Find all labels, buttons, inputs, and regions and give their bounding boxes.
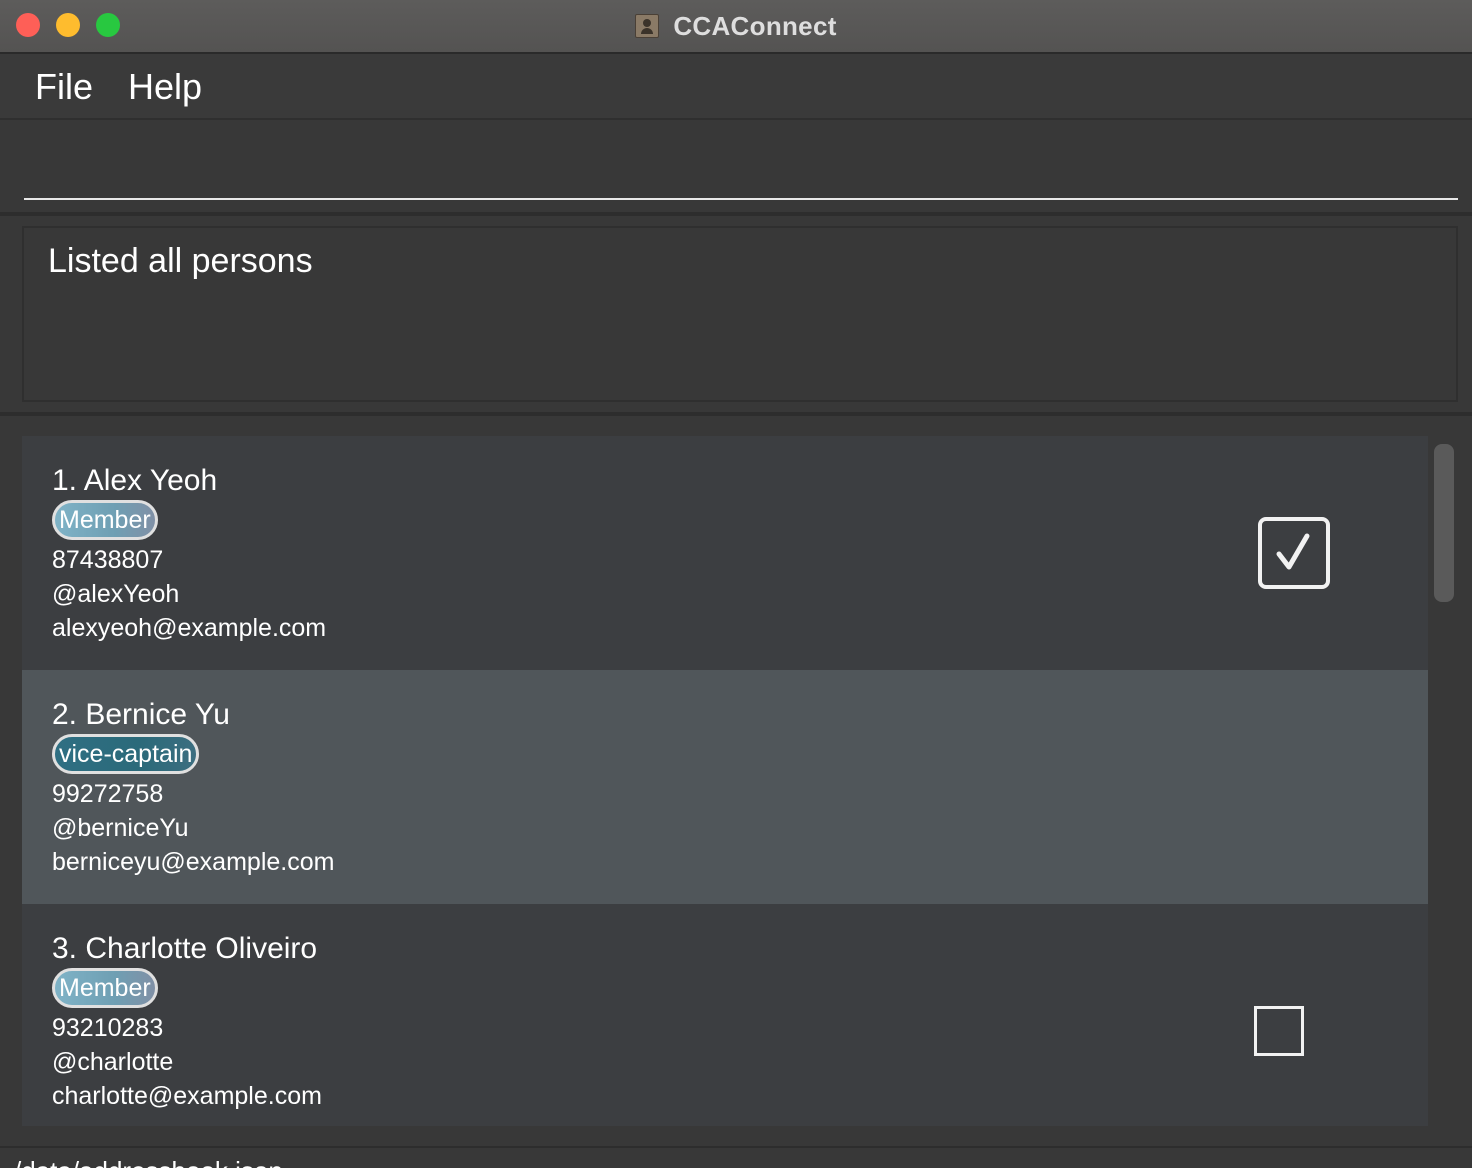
person-card[interactable]: 1. Alex Yeoh Member 87438807 @alexYeoh a… (22, 436, 1428, 670)
window-title: CCAConnect (673, 10, 837, 41)
person-tag: Member (52, 968, 158, 1008)
person-email: alexyeoh@example.com (52, 614, 327, 642)
save-location-path: /data/addressbook.json (14, 1156, 283, 1168)
title-bar[interactable]: CCAConnect (0, 0, 1472, 54)
person-list[interactable]: 1. Alex Yeoh Member 87438807 @alexYeoh a… (22, 436, 1428, 1126)
person-handle: @charlotte (52, 1048, 174, 1076)
window-title-group: CCAConnect (0, 0, 1472, 52)
person-phone: 93210283 (52, 1014, 164, 1042)
menu-help[interactable]: Help (128, 66, 202, 108)
person-phone: 87438807 (52, 546, 164, 574)
person-tag: vice-captain (52, 734, 200, 774)
checkmark-icon (1276, 533, 1310, 570)
person-card-selected[interactable]: 2. Bernice Yu vice-captain 99272758 @ber… (22, 670, 1428, 904)
person-name: 1. Alex Yeoh (52, 464, 218, 497)
menu-file[interactable]: File (35, 66, 93, 108)
attendance-checkbox-checked[interactable] (1258, 517, 1330, 589)
person-tag: Member (52, 500, 158, 540)
person-name: 3. Charlotte Oliveiro (52, 932, 318, 965)
attendance-checkbox-unchecked[interactable] (1254, 1006, 1304, 1056)
command-input[interactable] (24, 134, 1458, 200)
menu-bar: File Help (0, 54, 1472, 120)
result-display: Listed all persons (0, 216, 1472, 412)
command-box (0, 120, 1472, 212)
person-email: berniceyu@example.com (52, 848, 335, 876)
person-phone: 99272758 (52, 780, 164, 808)
person-email: charlotte@example.com (52, 1082, 322, 1110)
contacts-app-icon (635, 14, 660, 38)
scrollbar-thumb[interactable] (1434, 444, 1454, 602)
person-handle: @alexYeoh (52, 580, 180, 608)
result-message: Listed all persons (48, 242, 313, 280)
app-window: CCAConnect File Help Listed all persons … (0, 0, 1472, 1168)
result-box: Listed all persons (22, 226, 1458, 402)
person-handle: @berniceYu (52, 814, 189, 842)
person-card[interactable]: 3. Charlotte Oliveiro Member 93210283 @c… (22, 904, 1428, 1126)
status-bar: /data/addressbook.json (0, 1146, 1472, 1168)
person-name: 2. Bernice Yu (52, 698, 230, 731)
person-list-area: 1. Alex Yeoh Member 87438807 @alexYeoh a… (0, 416, 1472, 1146)
